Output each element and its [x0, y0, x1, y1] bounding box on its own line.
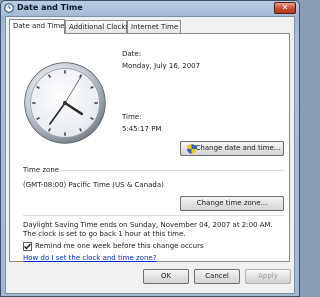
time-zone-value: (GMT-08:00) Pacific Time (US & Canada): [23, 181, 164, 189]
divider: [60, 170, 284, 171]
date-value: Monday, July 16, 2007: [122, 62, 201, 70]
divider: [23, 215, 284, 216]
time-label: Time:: [122, 113, 142, 121]
analog-clock: [24, 62, 106, 144]
change-time-zone-button[interactable]: Change time zone...: [180, 196, 284, 211]
tab-additional-clocks[interactable]: Additional Clocks: [65, 20, 130, 33]
close-button[interactable]: ✕: [274, 2, 296, 14]
change-time-zone-label: Change time zone...: [196, 199, 268, 207]
dialog-window: Date and Time ✕ Date and Time Additional…: [0, 0, 300, 297]
tab-date-and-time[interactable]: Date and Time: [9, 19, 65, 34]
ok-label: OK: [160, 272, 172, 280]
time-value: 5:45:17 PM: [122, 125, 162, 133]
tab-internet-time[interactable]: Internet Time: [127, 20, 181, 33]
clock-icon: [4, 3, 14, 13]
dst-message: Daylight Saving Time ends on Sunday, Nov…: [23, 221, 273, 238]
tab-panel: Date: Monday, July 16, 2007 Time: 5:45:1…: [9, 33, 290, 262]
cancel-label: Cancel: [205, 272, 229, 280]
dialog-client: Date and Time Additional Clocks Internet…: [5, 16, 295, 294]
title-bar[interactable]: Date and Time ✕: [1, 1, 299, 15]
help-link[interactable]: How do I set the clock and time zone?: [23, 254, 156, 262]
close-icon: ✕: [281, 3, 289, 12]
window-title: Date and Time: [17, 3, 83, 12]
apply-button[interactable]: Apply: [245, 269, 291, 284]
tab-label: Date and Time: [13, 22, 65, 30]
apply-label: Apply: [258, 272, 278, 280]
date-label: Date:: [122, 50, 142, 58]
time-zone-heading: Time zone: [23, 166, 60, 174]
change-date-time-label: Change date and time...: [195, 144, 281, 152]
remind-checkbox[interactable]: [23, 242, 32, 251]
change-date-time-button[interactable]: Change date and time...: [180, 141, 284, 156]
tab-label: Internet Time: [131, 23, 179, 31]
cancel-button[interactable]: Cancel: [194, 269, 240, 284]
ok-button[interactable]: OK: [143, 269, 189, 284]
tab-label: Additional Clocks: [69, 23, 130, 31]
uac-shield-icon: [187, 144, 196, 154]
remind-label[interactable]: Remind me one week before this change oc…: [35, 242, 204, 250]
checkmark-icon: [24, 243, 32, 250]
